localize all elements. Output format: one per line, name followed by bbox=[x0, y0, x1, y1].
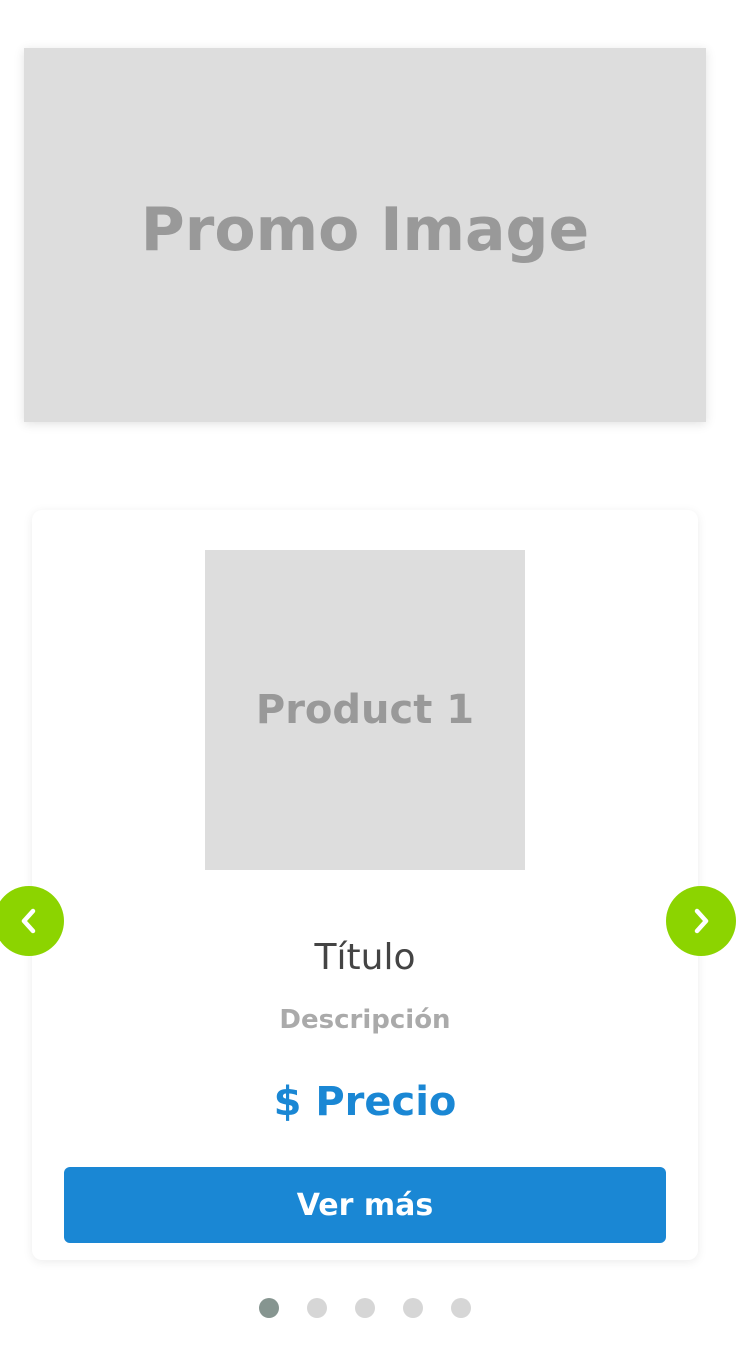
carousel-dot-4[interactable] bbox=[403, 1298, 423, 1318]
carousel-dot-5[interactable] bbox=[451, 1298, 471, 1318]
page: Promo Image Product 1 Título Descripción… bbox=[0, 0, 736, 1368]
carousel-dot-1[interactable] bbox=[259, 1298, 279, 1318]
view-more-button[interactable]: Ver más bbox=[64, 1167, 666, 1243]
promo-image-label: Promo Image bbox=[140, 195, 590, 265]
product-title: Título bbox=[314, 937, 416, 978]
product-price: $ Precio bbox=[273, 1079, 457, 1125]
carousel-dot-3[interactable] bbox=[355, 1298, 375, 1318]
carousel-next-button[interactable] bbox=[666, 886, 736, 956]
promo-banner[interactable]: Promo Image bbox=[24, 48, 706, 422]
product-description: Descripción bbox=[279, 1005, 451, 1035]
product-image-label: Product 1 bbox=[255, 687, 475, 733]
chevron-right-icon bbox=[694, 908, 709, 934]
carousel-dot-2[interactable] bbox=[307, 1298, 327, 1318]
chevron-left-icon bbox=[21, 908, 36, 934]
product-card: Product 1 Título Descripción $ Precio Ve… bbox=[32, 510, 698, 1260]
product-image[interactable]: Product 1 bbox=[205, 550, 525, 870]
